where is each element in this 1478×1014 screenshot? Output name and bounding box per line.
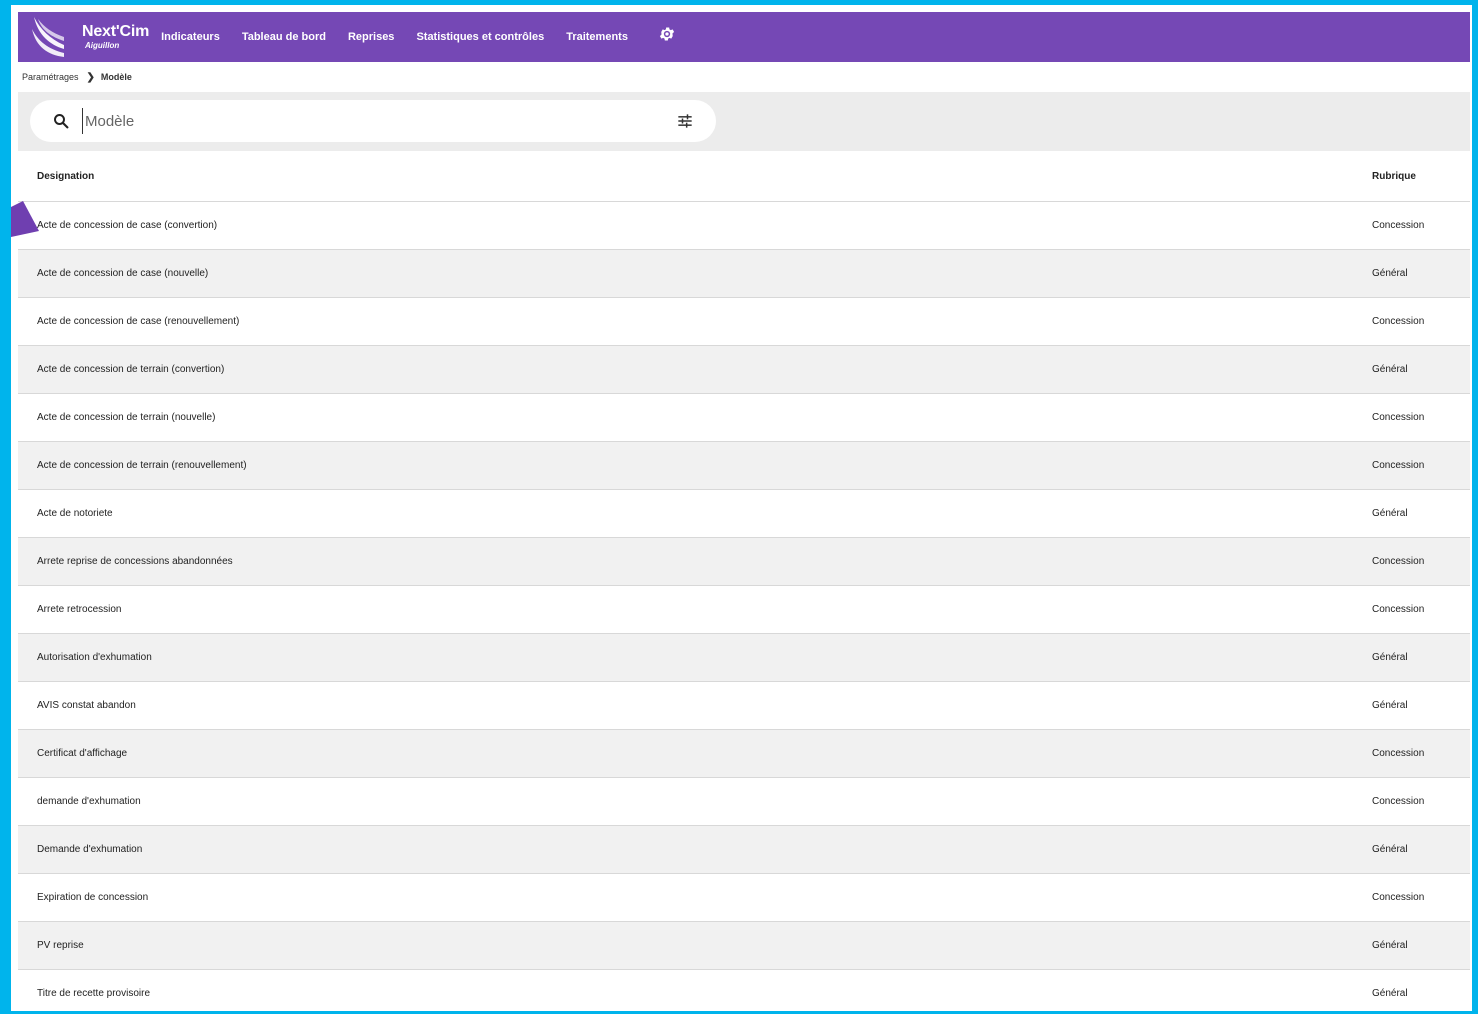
brand-subtitle: Aiguillon [85,41,120,50]
cell-designation: Acte de concession de case (nouvelle) [37,268,209,279]
breadcrumb-chevron-icon: ❯ [86,71,95,83]
cell-designation: Demande d'exhumation [37,844,143,855]
cell-rubrique: Général [1372,844,1408,855]
table-row[interactable]: Expiration de concession Concession [18,874,1470,922]
nav-item-tableau-de-bord[interactable]: Tableau de bord [242,31,326,43]
search-box [30,100,716,142]
table-row[interactable]: Acte de concession de terrain (nouvelle)… [18,394,1470,442]
nav-item-reprises[interactable]: Reprises [348,31,394,43]
table-header: Designation Rubrique [18,151,1470,202]
search-input[interactable] [82,108,647,134]
table-row[interactable]: Acte de concession de case (renouvelleme… [18,298,1470,346]
table-row[interactable]: AVIS constat abandon Général [18,682,1470,730]
cell-rubrique: Général [1372,940,1408,951]
table-row[interactable]: Demande d'exhumation Général [18,826,1470,874]
breadcrumb-current: Modèle [100,72,132,82]
cell-designation: Titre de recette provisoire [37,988,151,999]
search-icon [54,114,69,129]
filter-settings-icon[interactable] [675,111,695,131]
brand-name: Next'Cim [82,23,150,40]
cell-designation: Expiration de concession [37,892,149,903]
cell-rubrique: Concession [1372,460,1425,471]
app-window: Next'Cim Aiguillon Indicateurs Tableau d… [18,12,1470,1011]
pointer-arrow-icon [11,201,39,237]
cell-designation: Autorisation d'exhumation [37,652,152,663]
cell-rubrique: Concession [1372,604,1425,615]
nav-item-statistiques[interactable]: Statistiques et contrôles [416,31,544,43]
cell-designation: Certificat d'affichage [37,748,128,759]
cell-designation: Acte de concession de terrain (nouvelle) [37,412,216,423]
main-nav: Indicateurs Tableau de bord Reprises Sta… [161,31,650,43]
cell-designation: Acte de concession de terrain (convertio… [37,364,225,375]
screenshot-frame: Next'Cim Aiguillon Indicateurs Tableau d… [0,0,1478,1014]
search-bar-area [18,92,1470,151]
nav-item-traitements[interactable]: Traitements [566,31,628,43]
table-row[interactable]: Autorisation d'exhumation Général [18,634,1470,682]
table-row[interactable]: Arrete reprise de concessions abandonnée… [18,538,1470,586]
table-row[interactable]: demande d'exhumation Concession [18,778,1470,826]
cell-rubrique: Général [1372,652,1408,663]
cell-rubrique: Général [1372,364,1408,375]
brand[interactable]: Next'Cim Aiguillon [82,24,149,50]
column-header-designation[interactable]: Designation [18,171,1372,182]
breadcrumb-parent[interactable]: Paramétrages [22,72,79,82]
cell-designation: Arrete retrocession [37,604,122,615]
table-row[interactable]: PV reprise Général [18,922,1470,970]
cell-rubrique: Concession [1372,556,1425,567]
models-table: Designation Rubrique Acte de concession … [18,151,1470,1011]
cell-rubrique: Général [1372,268,1408,279]
logo-icon[interactable] [30,15,68,59]
table-row[interactable]: Acte de concession de terrain (convertio… [18,346,1470,394]
cell-rubrique: Concession [1372,748,1425,759]
cell-rubrique: Général [1372,988,1408,999]
cell-designation: Acte de concession de terrain (renouvell… [37,460,247,471]
cell-designation: AVIS constat abandon [37,700,136,711]
table-row[interactable]: Acte de concession de case (nouvelle) Gén… [18,250,1470,298]
cell-rubrique: Concession [1372,892,1425,903]
cell-rubrique: Concession [1372,412,1425,423]
table-row[interactable]: Certificat d'affichage Concession [18,730,1470,778]
cell-designation: Acte de concession de case (convertion) [37,220,218,231]
table-row[interactable]: Acte de concession de case (convertion) C… [18,202,1470,250]
nav-item-indicateurs[interactable]: Indicateurs [161,31,220,43]
cell-designation: demande d'exhumation [37,796,141,807]
cell-designation: PV reprise [37,940,84,951]
table-body: Acte de concession de case (convertion) C… [18,202,1470,1011]
cell-designation: Acte de notoriete [37,508,113,519]
cell-rubrique: Concession [1372,316,1425,327]
column-header-rubrique[interactable]: Rubrique [1372,171,1470,182]
cell-rubrique: Général [1372,508,1408,519]
cell-rubrique: Concession [1372,220,1425,231]
cell-designation: Arrete reprise de concessions abandonnée… [37,556,233,567]
cell-designation: Acte de concession de case (renouvelleme… [37,316,240,327]
table-row[interactable]: Titre de recette provisoire Général [18,970,1470,1011]
top-navbar: Next'Cim Aiguillon Indicateurs Tableau d… [18,12,1470,62]
table-row[interactable]: Arrete retrocession Concession [18,586,1470,634]
gear-icon[interactable] [658,25,676,43]
table-row[interactable]: Acte de notoriete Général [18,490,1470,538]
table-row[interactable]: Acte de concession de terrain (renouvell… [18,442,1470,490]
cell-rubrique: Général [1372,700,1408,711]
cell-rubrique: Concession [1372,796,1425,807]
breadcrumb: Paramétrages ❯ Modèle [22,67,132,87]
